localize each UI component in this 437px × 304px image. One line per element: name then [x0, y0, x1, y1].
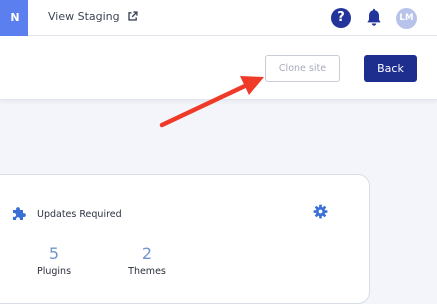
- plugins-stat[interactable]: 5 Plugins: [24, 244, 84, 277]
- plugins-label: Plugins: [36, 266, 72, 277]
- top-bar: N View Staging ? LM: [0, 0, 437, 36]
- bell-icon[interactable]: [365, 8, 383, 28]
- themes-count: 2: [141, 244, 153, 263]
- view-staging-label: View Staging: [48, 10, 120, 23]
- gear-icon[interactable]: [313, 204, 328, 219]
- updates-card-header: Updates Required: [10, 205, 122, 223]
- themes-stat[interactable]: 2 Themes: [117, 244, 177, 277]
- help-icon[interactable]: ?: [331, 8, 351, 28]
- updates-card-title: Updates Required: [37, 208, 122, 220]
- updates-card: [0, 174, 370, 304]
- avatar[interactable]: LM: [396, 8, 417, 29]
- plugins-count: 5: [48, 244, 60, 263]
- clone-site-button[interactable]: Clone site: [265, 55, 340, 82]
- external-link-icon: [127, 11, 138, 21]
- view-staging-link[interactable]: View Staging: [48, 10, 138, 23]
- themes-label: Themes: [128, 266, 166, 277]
- active-tab[interactable]: N: [0, 0, 28, 36]
- back-button[interactable]: Back: [364, 55, 417, 82]
- puzzle-icon: [13, 207, 26, 220]
